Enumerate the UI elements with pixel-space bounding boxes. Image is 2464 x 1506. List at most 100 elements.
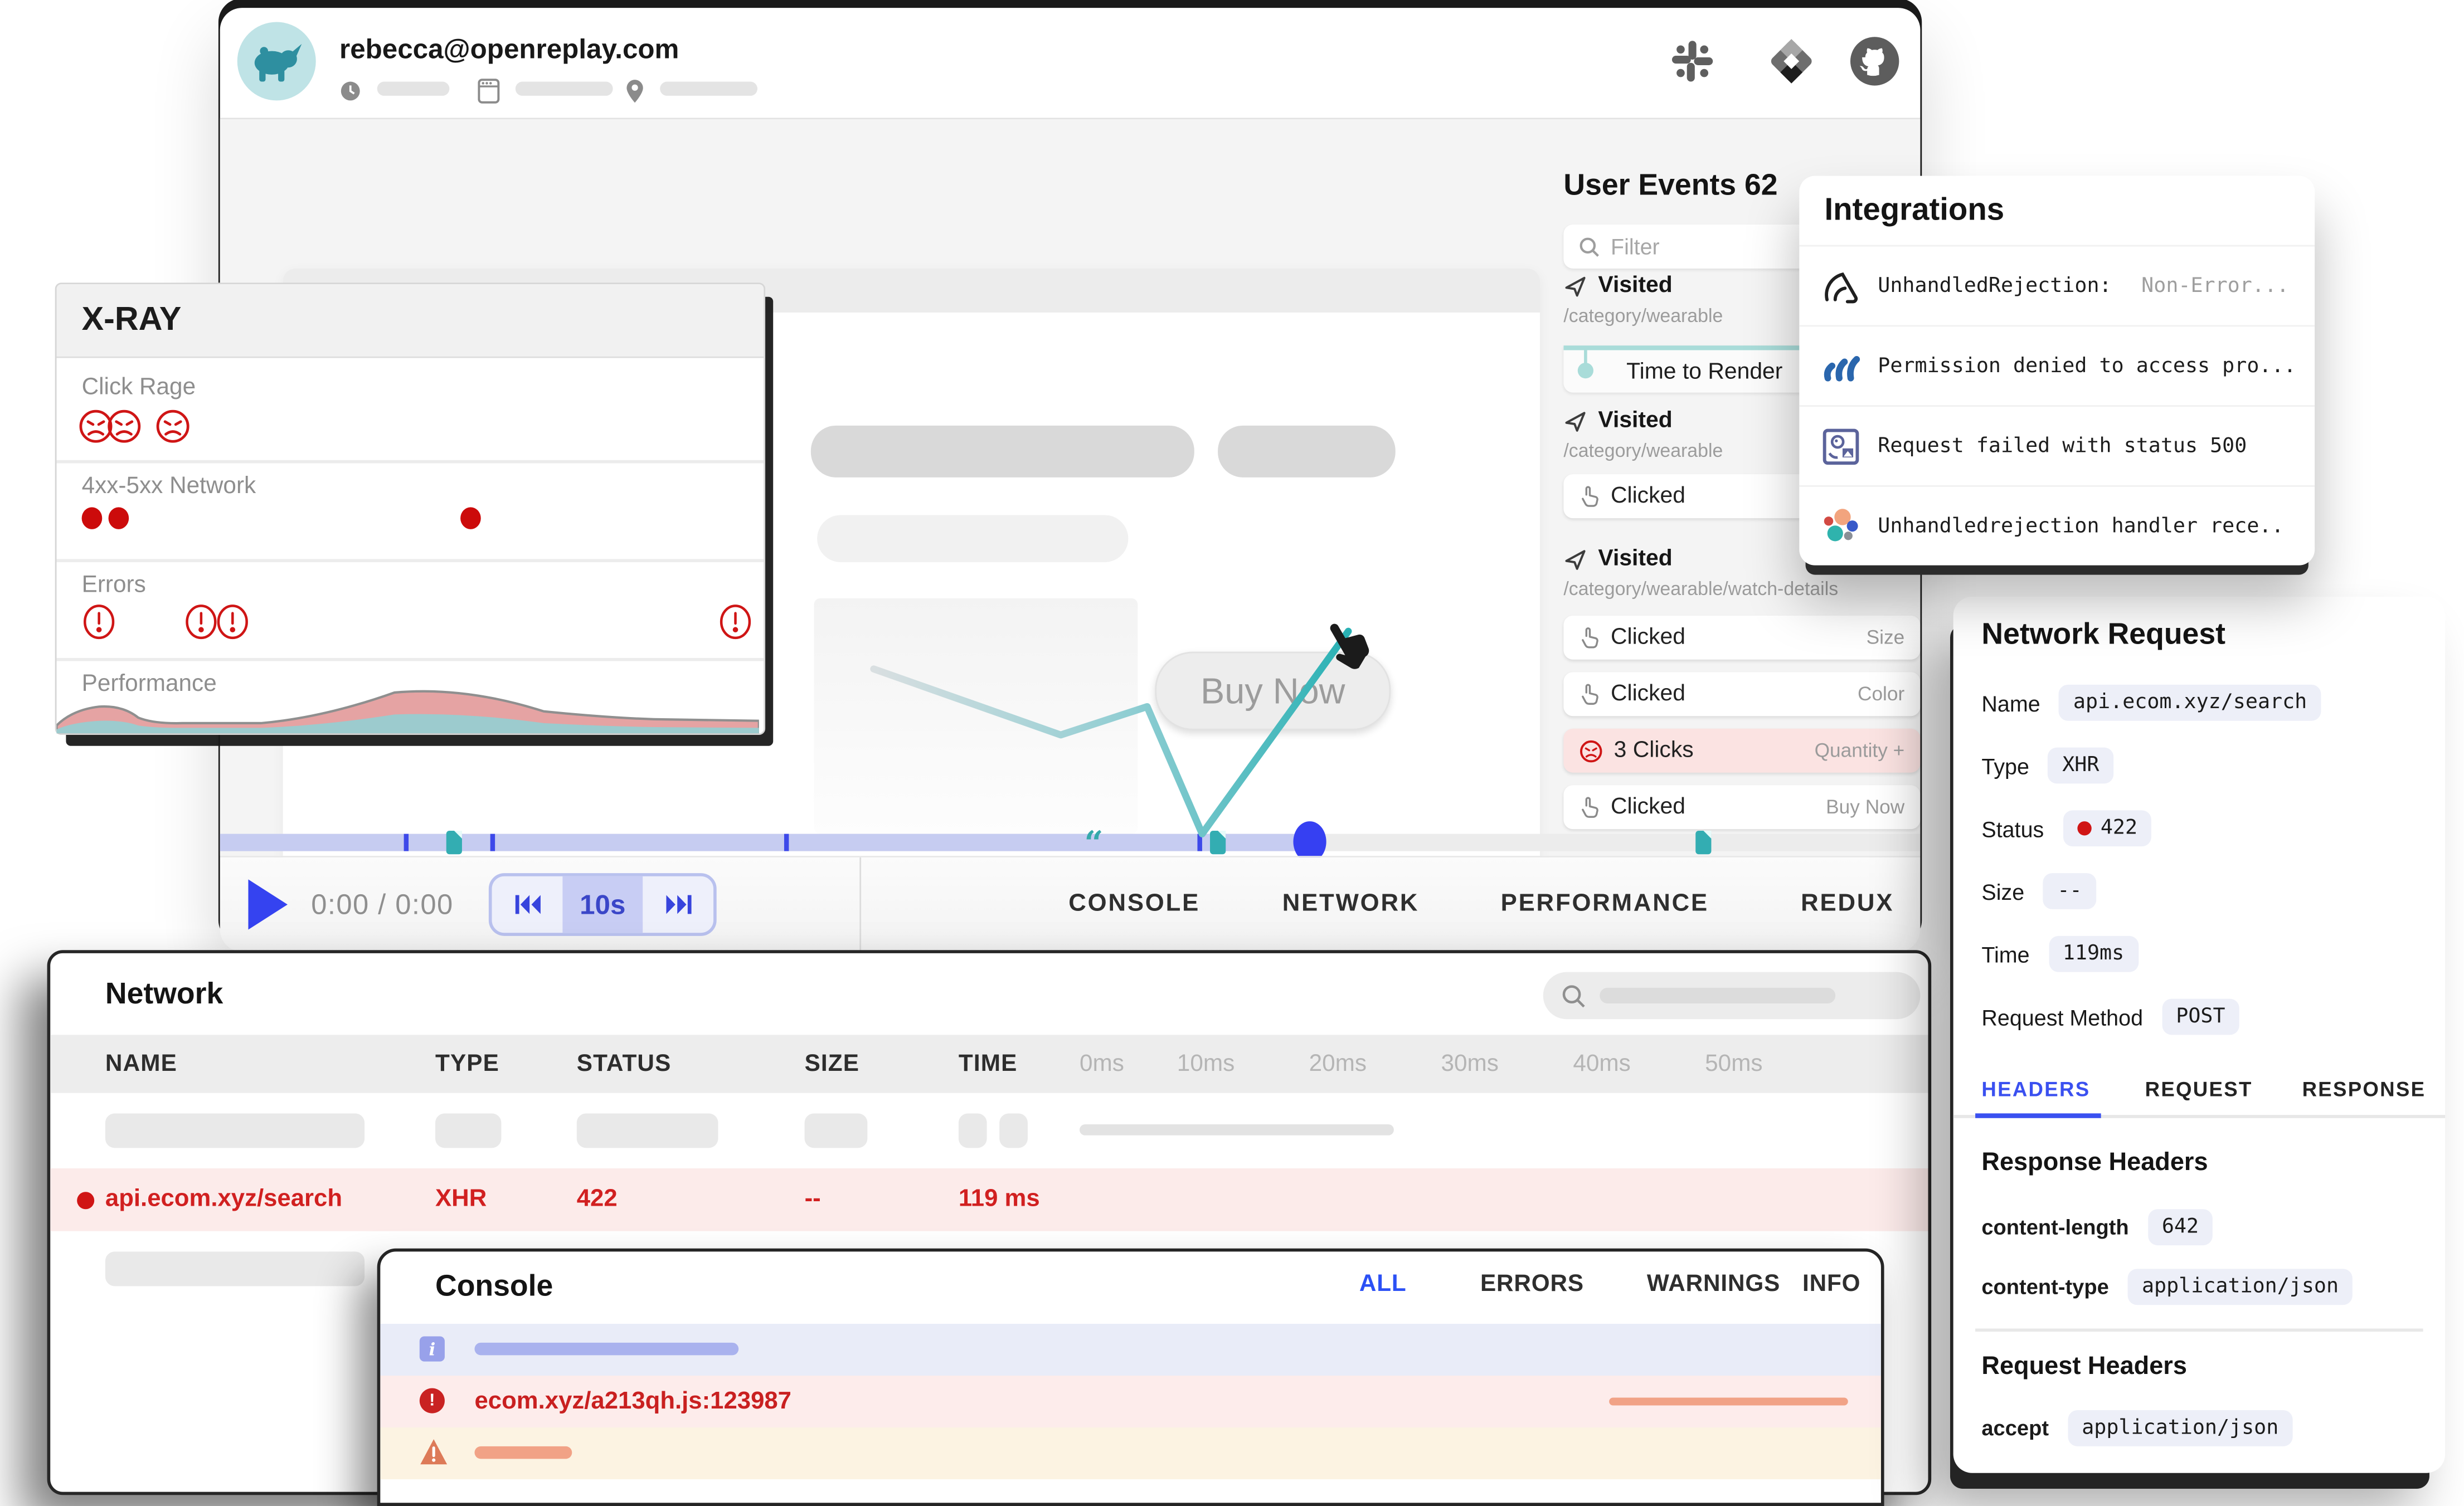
tab-redux[interactable]: REDUX xyxy=(1801,857,1894,952)
col-status[interactable]: STATUS xyxy=(577,1035,672,1093)
stage: rebecca@openreplay.com xyxy=(0,0,2464,1489)
info-icon: i xyxy=(420,1337,445,1362)
event-clicked-buy-now[interactable]: Clicked Buy Now xyxy=(1563,785,1920,829)
clock-icon xyxy=(339,80,361,102)
event-path: /category/wearable xyxy=(1563,440,1723,461)
row-status: 422 xyxy=(577,1168,618,1231)
event-label: Clicked xyxy=(1611,625,1685,650)
xray-panel: X-RAY Click Rage 4xx-5xx Network Errors xyxy=(55,282,765,735)
session-user-email: rebecca@openreplay.com xyxy=(339,33,679,66)
skip-back-button[interactable] xyxy=(492,876,563,933)
header-value: application/json xyxy=(2128,1269,2353,1305)
field-time: Time 119ms xyxy=(1981,936,2138,972)
timeline-event-tick[interactable] xyxy=(490,834,495,851)
meta-placeholder xyxy=(378,82,450,96)
skip-interval-label[interactable]: 10s xyxy=(562,876,643,933)
github-icon[interactable] xyxy=(1848,35,1902,96)
event-target: Buy Now xyxy=(1826,796,1904,818)
console-tab-errors[interactable]: ERRORS xyxy=(1480,1270,1584,1297)
response-header-row: content-length 642 xyxy=(1981,1209,2213,1245)
response-headers-title: Response Headers xyxy=(1981,1149,2208,1178)
user-events-title-text: User Events xyxy=(1563,169,1736,202)
header-label: accept xyxy=(1981,1416,2049,1440)
avatar xyxy=(237,22,316,100)
integration-datadog-row[interactable]: Request failed with status 500 xyxy=(1799,405,2315,485)
tab-network[interactable]: NETWORK xyxy=(1282,857,1420,952)
col-time[interactable]: TIME xyxy=(959,1035,1018,1093)
network-panel-title: Network xyxy=(105,978,223,1013)
row-name: api.ecom.xyz/search xyxy=(105,1168,342,1231)
jira-icon[interactable] xyxy=(1763,33,1820,98)
console-error-row[interactable]: ! ecom.xyz/a213qh.js:123987 xyxy=(380,1376,1881,1427)
skip-forward-icon xyxy=(664,894,692,915)
warning-icon xyxy=(420,1439,448,1473)
field-value: -- xyxy=(2043,873,2096,909)
timeline-page-marker[interactable] xyxy=(1695,831,1711,854)
tab-response[interactable]: RESPONSE xyxy=(2302,1077,2426,1100)
elastic-icon xyxy=(1821,506,1860,545)
player-control-bar: 0:00 / 0:00 10s CONSOLE NETWORK PERFORMA… xyxy=(220,856,1921,952)
integrations-title: Integrations xyxy=(1824,193,2004,230)
console-info-row[interactable]: i xyxy=(380,1324,1881,1376)
network-request-title: Network Request xyxy=(1981,618,2225,653)
timeline-page-marker[interactable] xyxy=(446,831,462,854)
event-clicked-size[interactable]: Clicked Size xyxy=(1563,616,1920,660)
slack-icon[interactable] xyxy=(1669,38,1716,93)
timeline-event-tick[interactable] xyxy=(784,834,789,851)
pointer-icon xyxy=(1580,796,1600,818)
controls-divider xyxy=(859,857,861,952)
row-size: -- xyxy=(805,1168,821,1231)
event-label: Visited xyxy=(1598,547,1672,572)
field-type: Type XHR xyxy=(1981,748,2113,784)
integration-sentry-row[interactable]: UnhandledRejection: Non-Error... xyxy=(1799,245,2315,325)
error-dot xyxy=(77,1192,94,1209)
console-warning-row[interactable] xyxy=(380,1427,1881,1479)
field-value: api.ecom.xyz/search xyxy=(2059,685,2321,721)
filter-placeholder: Filter xyxy=(1611,234,1660,259)
col-type[interactable]: TYPE xyxy=(435,1035,499,1093)
tab-headers[interactable]: HEADERS xyxy=(1981,1077,2090,1100)
col-size[interactable]: SIZE xyxy=(805,1035,860,1093)
table-row-error[interactable]: api.ecom.xyz/search XHR 422 -- 119 ms xyxy=(50,1168,1928,1231)
event-clicked-color[interactable]: Clicked Color xyxy=(1563,672,1920,716)
integration-elastic-row[interactable]: Unhandledrejection handler rece.. xyxy=(1799,485,2315,566)
integration-bugsnag-row[interactable]: Permission denied to access pro... xyxy=(1799,325,2315,405)
field-label: Size xyxy=(1981,879,2024,904)
field-name: Name api.ecom.xyz/search xyxy=(1981,685,2321,721)
console-tab-all[interactable]: ALL xyxy=(1359,1270,1407,1297)
col-name[interactable]: NAME xyxy=(105,1035,177,1093)
event-target: Color xyxy=(1858,683,1904,705)
field-status: Status 422 xyxy=(1981,810,2151,846)
request-header-row: accept application/json xyxy=(1981,1410,2292,1446)
time-tick: 30ms xyxy=(1441,1035,1498,1093)
waterfall-bar xyxy=(1080,1124,1394,1135)
tab-performance[interactable]: PERFORMANCE xyxy=(1501,857,1709,952)
timeline-event-tick[interactable] xyxy=(404,834,409,851)
network-search-input[interactable] xyxy=(1543,972,1921,1020)
timeline-played-track xyxy=(220,834,1309,851)
pointer-icon xyxy=(1580,485,1600,507)
event-label: Time to Render xyxy=(1626,359,1782,384)
event-rage-clicks[interactable]: 3 Clicks Quantity + xyxy=(1563,729,1920,773)
event-visited[interactable]: Visited xyxy=(1563,547,1672,572)
tab-console[interactable]: CONSOLE xyxy=(1068,857,1200,952)
table-row-placeholder[interactable] xyxy=(50,1093,1928,1168)
response-header-row: content-type application/json xyxy=(1981,1269,2353,1305)
tab-request[interactable]: REQUEST xyxy=(2145,1077,2253,1100)
event-visited[interactable]: Visited xyxy=(1563,273,1672,298)
content-placeholder xyxy=(1218,426,1396,477)
event-label: Clicked xyxy=(1611,795,1685,820)
datadog-icon xyxy=(1821,426,1860,465)
event-visited[interactable]: Visited xyxy=(1563,408,1672,433)
console-tab-info[interactable]: INFO xyxy=(1802,1270,1860,1297)
play-button[interactable] xyxy=(248,879,287,929)
playback-timeline[interactable]: “ xyxy=(220,834,1921,851)
location-icon xyxy=(625,79,644,104)
console-tab-warnings[interactable]: WARNINGS xyxy=(1647,1270,1780,1297)
timeline-page-marker[interactable] xyxy=(1210,831,1226,854)
content-placeholder xyxy=(817,515,1128,562)
network-table-header: NAME TYPE STATUS SIZE TIME 0ms 10ms 20ms… xyxy=(50,1035,1928,1093)
skip-forward-button[interactable] xyxy=(643,876,713,933)
timeline-event-tick[interactable] xyxy=(1197,834,1202,851)
bugsnag-icon xyxy=(1821,346,1860,385)
